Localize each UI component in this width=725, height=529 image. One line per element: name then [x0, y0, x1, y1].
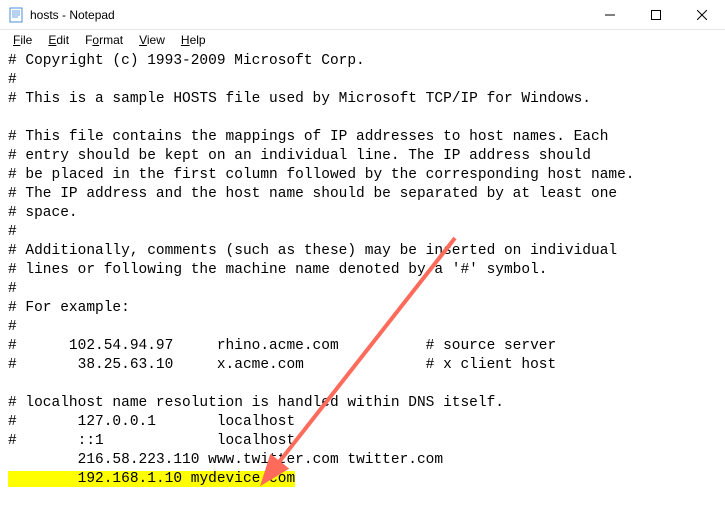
text-line: # entry should be kept on an individual …	[8, 147, 717, 166]
text-line: # ::1 localhost	[8, 432, 717, 451]
text-line: # This file contains the mappings of IP …	[8, 128, 717, 147]
text-line: # be placed in the first column followed…	[8, 166, 717, 185]
text-line: # This is a sample HOSTS file used by Mi…	[8, 90, 717, 109]
text-line: # For example:	[8, 299, 717, 318]
text-line: #	[8, 71, 717, 90]
text-line	[8, 375, 717, 394]
text-line: 216.58.223.110 www.twitter.com twitter.c…	[8, 451, 717, 470]
notepad-icon	[8, 7, 24, 23]
text-line: #	[8, 223, 717, 242]
menubar: File Edit Format View Help	[0, 30, 725, 50]
titlebar: hosts - Notepad	[0, 0, 725, 30]
text-line: # The IP address and the host name shoul…	[8, 185, 717, 204]
highlighted-entry: 192.168.1.10 mydevice.com	[8, 470, 717, 489]
text-line: #	[8, 318, 717, 337]
text-line: # lines or following the machine name de…	[8, 261, 717, 280]
menu-view[interactable]: View	[132, 32, 172, 48]
menu-format[interactable]: Format	[78, 32, 130, 48]
text-line: # Copyright (c) 1993-2009 Microsoft Corp…	[8, 52, 717, 71]
text-line: # localhost name resolution is handled w…	[8, 394, 717, 413]
window-title: hosts - Notepad	[30, 8, 587, 22]
text-line: #	[8, 280, 717, 299]
minimize-button[interactable]	[587, 0, 633, 29]
menu-help[interactable]: Help	[174, 32, 213, 48]
menu-edit[interactable]: Edit	[41, 32, 76, 48]
text-line: # 127.0.0.1 localhost	[8, 413, 717, 432]
text-line	[8, 109, 717, 128]
text-editor-area[interactable]: # Copyright (c) 1993-2009 Microsoft Corp…	[0, 50, 725, 529]
menu-file[interactable]: File	[6, 32, 39, 48]
maximize-button[interactable]	[633, 0, 679, 29]
text-line: # space.	[8, 204, 717, 223]
window-controls	[587, 0, 725, 29]
text-line: # 38.25.63.10 x.acme.com # x client host	[8, 356, 717, 375]
text-line: # Additionally, comments (such as these)…	[8, 242, 717, 261]
text-content: # Copyright (c) 1993-2009 Microsoft Corp…	[8, 52, 717, 470]
text-line: # 102.54.94.97 rhino.acme.com # source s…	[8, 337, 717, 356]
close-button[interactable]	[679, 0, 725, 29]
